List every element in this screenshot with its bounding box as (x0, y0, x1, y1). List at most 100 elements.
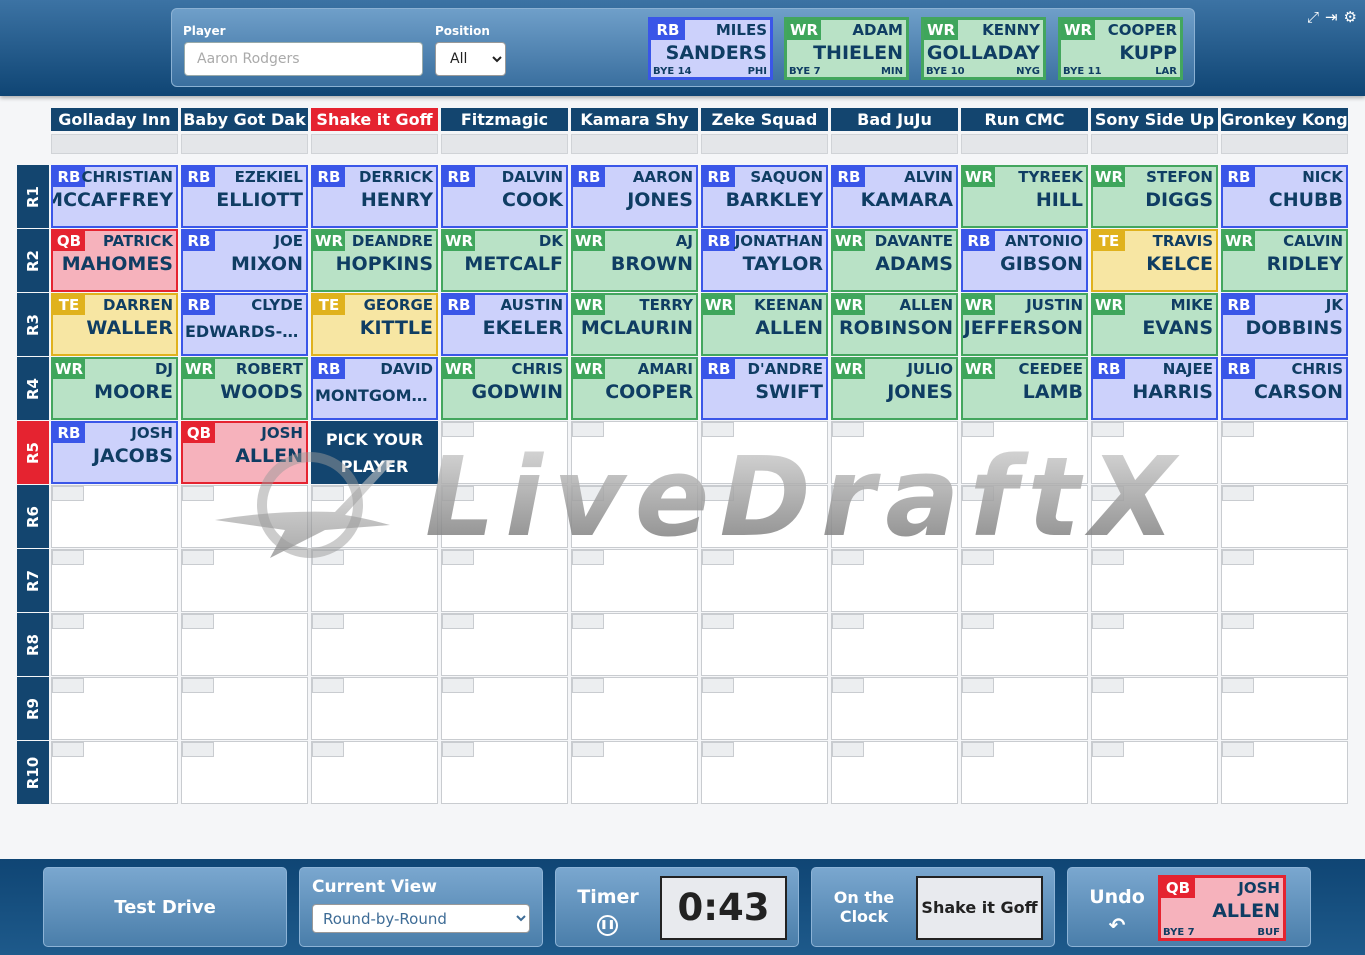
team-header[interactable]: Shake it Goff (311, 108, 438, 131)
empty-pick-cell[interactable] (961, 421, 1088, 484)
test-drive-button[interactable]: Test Drive (43, 867, 287, 947)
empty-pick-cell[interactable] (51, 677, 178, 740)
draft-pick-card[interactable]: WR KEENAN ALLEN (701, 293, 828, 356)
empty-pick-cell[interactable] (1091, 613, 1218, 676)
empty-pick-cell[interactable] (701, 741, 828, 804)
empty-pick-cell[interactable] (701, 485, 828, 548)
empty-pick-cell[interactable] (701, 613, 828, 676)
empty-pick-cell[interactable] (181, 485, 308, 548)
team-header[interactable]: Run CMC (961, 108, 1088, 131)
empty-pick-cell[interactable] (1221, 485, 1348, 548)
draft-pick-card[interactable]: RB NAJEE HARRIS (1091, 357, 1218, 420)
gear-icon[interactable]: ⚙ (1344, 8, 1357, 26)
draft-pick-card[interactable]: QB JOSH ALLEN (181, 421, 308, 484)
draft-pick-card[interactable]: WR AJ BROWN (571, 229, 698, 292)
empty-pick-cell[interactable] (441, 677, 568, 740)
team-header[interactable]: Fitzmagic (441, 108, 568, 131)
empty-pick-cell[interactable] (1091, 549, 1218, 612)
empty-pick-cell[interactable] (701, 549, 828, 612)
empty-pick-cell[interactable] (1221, 677, 1348, 740)
draft-pick-card[interactable]: WR TERRY MCLAURIN (571, 293, 698, 356)
draft-pick-card[interactable]: WR MIKE EVANS (1091, 293, 1218, 356)
empty-pick-cell[interactable] (311, 549, 438, 612)
team-header[interactable]: Zeke Squad (701, 108, 828, 131)
empty-pick-cell[interactable] (441, 741, 568, 804)
draft-pick-card[interactable]: WR AMARI COOPER (571, 357, 698, 420)
pause-icon[interactable]: ❚❚ (597, 915, 618, 936)
draft-pick-card[interactable]: RB SAQUON BARKLEY (701, 165, 828, 228)
empty-pick-cell[interactable] (831, 613, 958, 676)
empty-pick-cell[interactable] (571, 677, 698, 740)
draft-pick-card[interactable]: RB ANTONIO GIBSON (961, 229, 1088, 292)
draft-pick-card[interactable]: RB JONATHAN TAYLOR (701, 229, 828, 292)
team-header[interactable]: Golladay Inn (51, 108, 178, 131)
draft-pick-card[interactable]: WR CEEDEE LAMB (961, 357, 1088, 420)
draft-pick-card[interactable]: RB ALVIN KAMARA (831, 165, 958, 228)
team-header[interactable]: Sony Side Up (1091, 108, 1218, 131)
draft-pick-card[interactable]: RB JK DOBBINS (1221, 293, 1348, 356)
empty-pick-cell[interactable] (961, 613, 1088, 676)
draft-pick-card[interactable]: RB JOSH JACOBS (51, 421, 178, 484)
empty-pick-cell[interactable] (571, 741, 698, 804)
empty-pick-cell[interactable] (1091, 677, 1218, 740)
empty-pick-cell[interactable] (441, 613, 568, 676)
empty-pick-cell[interactable] (831, 677, 958, 740)
empty-pick-cell[interactable] (571, 549, 698, 612)
empty-pick-cell[interactable] (1221, 741, 1348, 804)
empty-pick-cell[interactable] (181, 549, 308, 612)
draft-pick-card[interactable]: RB AUSTIN EKELER (441, 293, 568, 356)
draft-pick-card[interactable]: TE DARREN WALLER (51, 293, 178, 356)
empty-pick-cell[interactable] (311, 485, 438, 548)
draft-pick-card[interactable]: RB DALVIN COOK (441, 165, 568, 228)
pick-your-player-button[interactable]: PICK YOUR PLAYER (311, 421, 438, 484)
team-header[interactable]: Bad JuJu (831, 108, 958, 131)
team-header[interactable]: Gronkey Kong (1221, 108, 1348, 131)
draft-pick-card[interactable]: TE TRAVIS KELCE (1091, 229, 1218, 292)
current-view-select[interactable]: Round-by-Round (312, 904, 530, 933)
exit-icon[interactable]: ⇥ (1325, 8, 1338, 26)
empty-pick-cell[interactable] (1221, 613, 1348, 676)
draft-pick-card[interactable]: RB CHRISTIAN MCCAFFREY (51, 165, 178, 228)
empty-pick-cell[interactable] (961, 741, 1088, 804)
team-header[interactable]: Baby Got Dak (181, 108, 308, 131)
empty-pick-cell[interactable] (181, 677, 308, 740)
draft-pick-card[interactable]: RB JOE MIXON (181, 229, 308, 292)
empty-pick-cell[interactable] (441, 485, 568, 548)
empty-pick-cell[interactable] (311, 677, 438, 740)
draft-pick-card[interactable]: RB AARON JONES (571, 165, 698, 228)
draft-pick-card[interactable]: WR ROBERT WOODS (181, 357, 308, 420)
player-search-input[interactable] (184, 42, 423, 76)
empty-pick-cell[interactable] (181, 613, 308, 676)
draft-pick-card[interactable]: TE GEORGE KITTLE (311, 293, 438, 356)
draft-pick-card[interactable]: WR DJ MOORE (51, 357, 178, 420)
empty-pick-cell[interactable] (181, 741, 308, 804)
draft-pick-card[interactable]: WR TYREEK HILL (961, 165, 1088, 228)
empty-pick-cell[interactable] (961, 485, 1088, 548)
draft-pick-card[interactable]: WR DK METCALF (441, 229, 568, 292)
draft-pick-card[interactable]: WR CALVIN RIDLEY (1221, 229, 1348, 292)
empty-pick-cell[interactable] (51, 741, 178, 804)
draft-pick-card[interactable]: WR CHRIS GODWIN (441, 357, 568, 420)
empty-pick-cell[interactable] (1221, 421, 1348, 484)
empty-pick-cell[interactable] (961, 549, 1088, 612)
draft-pick-card[interactable]: WR JULIO JONES (831, 357, 958, 420)
draft-pick-card[interactable]: RB D'ANDRE SWIFT (701, 357, 828, 420)
empty-pick-cell[interactable] (701, 677, 828, 740)
draft-pick-card[interactable]: WR ALLEN ROBINSON (831, 293, 958, 356)
empty-pick-cell[interactable] (51, 613, 178, 676)
team-header[interactable]: Kamara Shy (571, 108, 698, 131)
empty-pick-cell[interactable] (311, 613, 438, 676)
draft-pick-card[interactable]: WR JUSTIN JEFFERSON (961, 293, 1088, 356)
empty-pick-cell[interactable] (831, 549, 958, 612)
position-select[interactable]: All (435, 42, 506, 76)
empty-pick-cell[interactable] (51, 549, 178, 612)
empty-pick-cell[interactable] (831, 741, 958, 804)
draft-pick-card[interactable]: QB PATRICK MAHOMES (51, 229, 178, 292)
draft-pick-card[interactable]: RB DAVID MONTGOME... (311, 357, 438, 420)
draft-pick-card[interactable]: RB DERRICK HENRY (311, 165, 438, 228)
draft-pick-card[interactable]: WR DEANDRE HOPKINS (311, 229, 438, 292)
empty-pick-cell[interactable] (571, 485, 698, 548)
empty-pick-cell[interactable] (961, 677, 1088, 740)
draft-pick-card[interactable]: RB NICK CHUBB (1221, 165, 1348, 228)
empty-pick-cell[interactable] (1091, 421, 1218, 484)
